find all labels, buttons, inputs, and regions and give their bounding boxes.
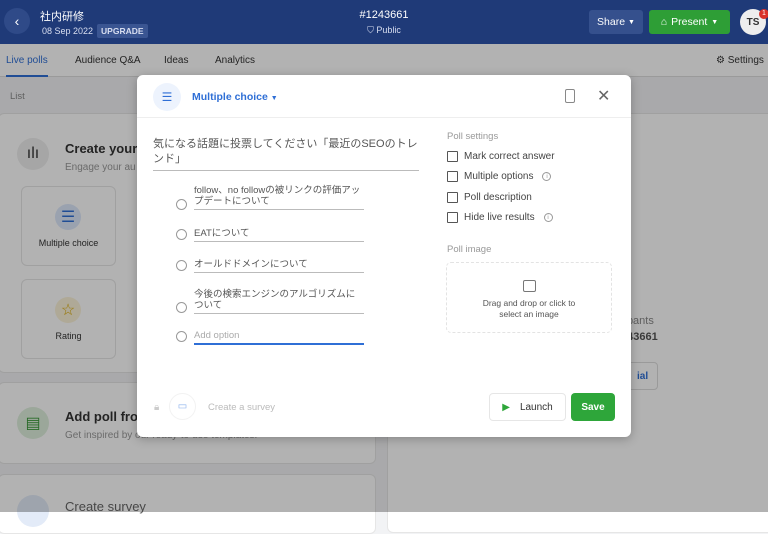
info-icon[interactable]: i — [542, 172, 552, 181]
radio — [176, 199, 187, 210]
radio — [176, 302, 187, 313]
question-input[interactable]: 気になる話題に投票してください「最近のSEOのトレンド」 — [153, 137, 419, 171]
present-button[interactable]: ⌂ Present ▼ — [649, 10, 730, 34]
notes-icon[interactable] — [565, 89, 575, 103]
poll-settings-title: Poll settings — [447, 131, 499, 142]
caret-down-icon: ▼ — [711, 18, 719, 26]
checkbox — [447, 151, 458, 162]
option-input[interactable]: オールドドメインについて — [194, 259, 364, 273]
radio — [176, 331, 187, 342]
hide-live-results-checkbox[interactable]: Hide live results i — [447, 212, 553, 223]
create-survey-link[interactable]: Create a survey — [208, 402, 275, 413]
option-input[interactable]: 今後の検索エンジンのアルゴリズムについて — [194, 289, 364, 314]
close-icon[interactable]: ✕ — [597, 86, 610, 106]
poll-description-checkbox[interactable]: Poll description — [447, 192, 532, 203]
image-icon — [522, 280, 536, 292]
image-dropzone[interactable]: Drag and drop or click to select an imag… — [446, 262, 612, 333]
info-icon[interactable]: i — [543, 213, 553, 222]
option-input[interactable]: follow、no followの被リンクの評価アップデートについて — [194, 185, 364, 210]
radio — [176, 229, 187, 240]
folder-icon[interactable]: ▭ — [169, 393, 196, 420]
notification-badge: 1 — [759, 9, 768, 19]
checkbox — [447, 171, 458, 182]
poll-image-title: Poll image — [447, 244, 492, 255]
caret-down-icon: ▼ — [628, 18, 635, 26]
shield-icon: ⛉ — [367, 25, 377, 35]
list-icon: ☰ — [153, 83, 181, 111]
poll-editor-modal: ☰ Multiple choice ▼ ✕ 気になる話題に投票してください「最近… — [137, 75, 631, 437]
save-button[interactable]: Save — [571, 393, 615, 421]
top-header: ‹ 社内研修 08 Sep 2022 UPGRADE #1243661 ⛉ Pub… — [0, 0, 768, 44]
checkbox — [447, 192, 458, 203]
lock-icon: 🔒︎ — [154, 402, 160, 413]
poll-type-dropdown[interactable]: Multiple choice ▼ — [192, 91, 278, 103]
option-input[interactable]: EATについて — [194, 228, 364, 242]
add-option-input[interactable]: Add option — [194, 330, 364, 345]
multiple-options-checkbox[interactable]: Multiple options i — [447, 171, 552, 182]
radio — [176, 260, 187, 271]
mark-correct-answer-checkbox[interactable]: Mark correct answer — [447, 151, 555, 162]
presentation-icon: ⌂ — [660, 16, 668, 28]
checkbox — [447, 212, 458, 223]
play-icon: ▶ — [502, 401, 510, 413]
share-button[interactable]: Share ▼ — [589, 10, 643, 34]
launch-button[interactable]: ▶ Launch — [489, 393, 566, 421]
caret-down-icon: ▼ — [270, 95, 278, 102]
